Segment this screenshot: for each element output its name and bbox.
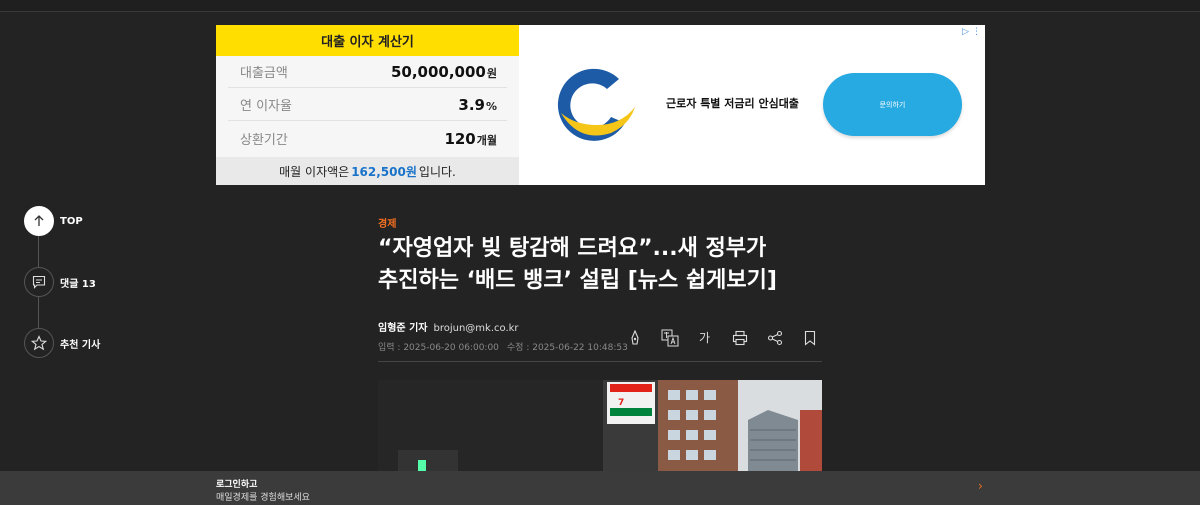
calculator-result: 매월 이자액은 162,500원 입니다. [216,157,519,185]
article-category[interactable]: 경제 [378,215,396,230]
loan-calculator: 대출 이자 계산기 대출금액 50,000,000원 연 이자율 3.9% 상환… [216,25,519,185]
calculator-label: 상환기간 [240,132,288,148]
login-prompt-subtitle[interactable]: 매일경제를 경험해보세요 [216,490,310,503]
reporter-name[interactable]: 임형준 기자 [378,319,427,334]
rail-top[interactable]: TOP [24,206,83,236]
result-prefix: 매월 이자액은 [279,164,350,179]
svg-text:7: 7 [618,398,624,408]
calculator-title: 대출 이자 계산기 [216,25,519,56]
translate-icon[interactable] [659,327,680,348]
rail-top-label: TOP [60,215,83,227]
font-size-icon[interactable]: 가 [694,327,715,348]
calculator-label: 대출금액 [240,66,288,81]
rail-recommended[interactable]: 추천 기사 [24,328,100,358]
ad-choices[interactable]: ▷ ⋮ [962,27,981,37]
comment-icon[interactable] [24,267,54,297]
headline-line: 추진하는 ‘배드 뱅크’ 설립 [뉴스 쉽게보기] [378,268,777,293]
calculator-value: 3.9 [458,96,485,114]
rail-recommended-label: 추천 기사 [60,339,101,351]
bookmark-icon[interactable] [799,327,820,348]
article-headline: “자영업자 빚 탕감해 드려요”...새 정부가 추진하는 ‘배드 뱅크’ 설립… [378,233,828,297]
modified-date: 수정 : 2025-06-22 10:48:53 [506,343,628,353]
rail-comments-label: 댓글 13 [60,278,96,290]
calculator-unit: 개월 [476,133,497,147]
calculator-unit: % [485,100,497,113]
arrow-up-icon[interactable] [24,206,54,236]
calculator-unit: 원 [486,67,497,80]
ad-banner[interactable]: 대출 이자 계산기 대출금액 50,000,000원 연 이자율 3.9% 상환… [216,25,985,185]
calculator-row-amount: 대출금액 50,000,000원 [228,56,507,88]
calculator-label: 연 이자율 [240,99,292,114]
ad-menu-icon[interactable]: ⋮ [972,27,981,37]
top-strip [0,0,1200,12]
login-prompt-title[interactable]: 로그인하고 [216,477,257,490]
ad-choices-icon[interactable]: ▷ [962,27,969,37]
headline-line: “자영업자 빚 탕감해 드려요”...새 정부가 [378,236,767,261]
star-icon[interactable] [24,328,54,358]
login-prompt-bar[interactable] [0,471,1200,505]
chevron-right-icon[interactable]: › [978,479,983,493]
share-icon[interactable] [764,327,785,348]
result-amount: 162,500원 [351,164,417,179]
calculator-value: 50,000,000 [390,63,486,81]
calculator-row-term: 상환기간 120개월 [228,122,507,154]
rail-comments[interactable]: 댓글 13 [24,267,96,297]
published-date: 입력 : 2025-06-20 06:00:00 [378,343,499,353]
byline-divider [378,361,822,362]
highlighter-icon[interactable] [624,327,645,348]
lender-logo-icon [557,68,635,141]
inquiry-button[interactable]: 문의하기 [823,73,962,136]
calculator-value: 120 [444,129,476,148]
result-suffix: 입니다. [418,164,456,179]
article-tools: 가 [624,327,820,348]
calculator-row-rate: 연 이자율 3.9% [228,89,507,121]
article-dates: 입력 : 2025-06-20 06:00:00 수정 : 2025-06-22… [378,340,628,353]
reporter-email[interactable]: brojun@mk.co.kr [433,323,518,334]
byline: 임형준 기자 brojun@mk.co.kr [378,319,519,334]
article-photo: 7 [378,380,822,471]
ad-product-text: 근로자 특별 저금리 안심대출 [666,97,799,110]
print-icon[interactable] [729,327,750,348]
